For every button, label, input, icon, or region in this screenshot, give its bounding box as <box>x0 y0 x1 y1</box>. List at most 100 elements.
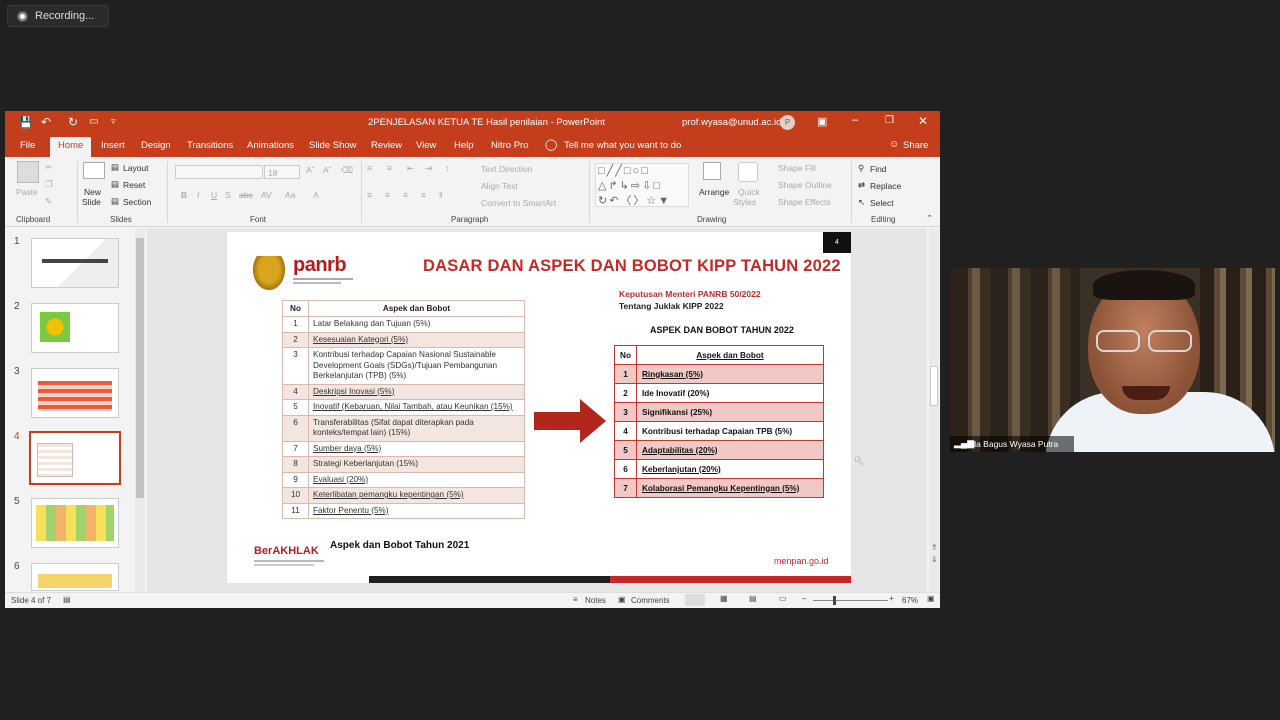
cut-icon[interactable]: ✂ <box>45 162 52 173</box>
find-button[interactable]: Find <box>870 164 887 174</box>
change-case-icon[interactable]: Aa <box>285 190 295 200</box>
recording-indicator[interactable]: Recording... <box>7 5 109 27</box>
bullets-icon[interactable]: ≡ <box>367 163 372 173</box>
clear-formatting-icon[interactable]: ⌫ <box>341 165 353 176</box>
tell-me-search[interactable]: Tell me what you want to do <box>564 140 681 151</box>
align-left-icon[interactable]: ≡ <box>367 190 372 200</box>
zoom-level[interactable]: 67% <box>902 596 918 605</box>
text-direction-button[interactable]: Text Direction <box>481 164 533 174</box>
tab-home[interactable]: Home <box>50 137 92 157</box>
previous-slide-icon[interactable]: ⇑ <box>931 543 938 552</box>
font-size-dropdown[interactable]: 18 <box>264 165 300 179</box>
fit-to-window-icon[interactable]: ▣ <box>927 594 935 603</box>
new-slide-button[interactable]: New <box>84 187 101 197</box>
underline-icon[interactable]: U <box>211 190 217 200</box>
shapes-gallery[interactable]: □╱╱□○□ △↱↳⇨⇩□ ↻↶〈〉☆▼ <box>595 163 689 207</box>
convert-smartart-button[interactable]: Convert to SmartArt <box>481 198 556 208</box>
slide-thumbnail[interactable] <box>31 498 119 548</box>
thumbnail-scrollbar[interactable] <box>135 228 145 592</box>
decrease-indent-icon[interactable]: ⇤ <box>407 163 414 174</box>
normal-view-icon[interactable] <box>685 594 705 606</box>
restore-icon[interactable]: ❐ <box>885 115 894 126</box>
new-slide-label2[interactable]: Slide <box>82 197 101 207</box>
line-spacing-icon[interactable]: ↕ <box>445 163 449 173</box>
notes-button[interactable]: Notes <box>585 596 606 605</box>
tab-design[interactable]: Design <box>141 140 171 151</box>
tab-slide-show[interactable]: Slide Show <box>309 140 357 151</box>
slide-thumbnail[interactable] <box>31 563 119 591</box>
section-button[interactable]: Section <box>123 197 151 207</box>
bold-icon[interactable]: B <box>181 190 187 200</box>
save-icon[interactable]: 💾 <box>19 116 33 129</box>
redo-icon[interactable]: ↻ <box>68 115 78 129</box>
paste-button[interactable]: Paste <box>16 187 38 197</box>
slide-thumbnail[interactable] <box>31 238 119 288</box>
arrange-icon[interactable] <box>703 162 721 180</box>
zoom-slider[interactable] <box>813 600 888 601</box>
shrink-font-icon[interactable]: Aˇ <box>323 165 332 175</box>
grow-font-icon[interactable]: Aˆ <box>306 165 315 175</box>
slide-thumbnail-selected[interactable] <box>29 431 121 485</box>
slide-canvas[interactable]: 4 panrb DASAR DAN ASPEK DAN BOBOT KIPP T… <box>227 232 851 583</box>
copy-icon[interactable]: ❐ <box>45 179 53 190</box>
participant-video[interactable]: ▂▄▆ Ida Bagus Wyasa Putra <box>950 268 1275 452</box>
tab-transitions[interactable]: Transitions <box>187 140 233 151</box>
tab-nitro-pro[interactable]: Nitro Pro <box>491 140 528 151</box>
tab-animations[interactable]: Animations <box>247 140 294 151</box>
increase-indent-icon[interactable]: ⇥ <box>425 163 432 174</box>
shape-effects-button[interactable]: Shape Effects <box>778 197 831 207</box>
account-name[interactable]: prof.wyasa@unud.ac.id <box>682 117 781 128</box>
align-text-button[interactable]: Align Text <box>481 181 518 191</box>
shadow-icon[interactable]: S <box>225 190 231 200</box>
shape-outline-button[interactable]: Shape Outline <box>778 180 832 190</box>
font-color-icon[interactable]: A <box>313 190 319 200</box>
quick-styles-icon[interactable] <box>738 162 758 182</box>
select-button[interactable]: Select <box>870 198 894 208</box>
new-slide-icon[interactable] <box>83 162 105 179</box>
format-painter-icon[interactable]: ✎ <box>45 196 52 207</box>
slide-thumbnail[interactable] <box>31 368 119 418</box>
align-center-icon[interactable]: ≡ <box>385 190 390 200</box>
italic-icon[interactable]: I <box>197 190 199 200</box>
slide-sorter-icon[interactable]: ▦ <box>720 594 728 603</box>
collapse-ribbon-icon[interactable]: ⌃ <box>926 213 933 224</box>
justify-icon[interactable]: ≡ <box>421 190 426 200</box>
layout-button[interactable]: Layout <box>123 163 149 173</box>
slide-thumbnail[interactable] <box>31 303 119 353</box>
minimize-icon[interactable]: – <box>852 114 858 126</box>
numbering-icon[interactable]: ≡ <box>387 163 392 173</box>
ribbon-display-options-icon[interactable]: ▣ <box>817 115 827 128</box>
columns-icon[interactable]: ‖ <box>439 190 443 200</box>
next-slide-icon[interactable]: ⇓ <box>931 555 938 564</box>
comments-icon[interactable]: ▣ <box>618 595 626 604</box>
undo-icon[interactable]: ↶ <box>41 115 51 129</box>
arrange-button[interactable]: Arrange <box>699 187 729 197</box>
tab-insert[interactable]: Insert <box>101 140 125 151</box>
quick-styles-button[interactable]: Quick <box>738 187 760 197</box>
zoom-out-icon[interactable]: – <box>802 594 806 603</box>
customize-qat-icon[interactable]: ▿ <box>111 116 116 127</box>
character-spacing-icon[interactable]: AV <box>261 190 272 200</box>
paste-icon[interactable] <box>17 161 39 183</box>
start-from-beginning-icon[interactable]: ▭ <box>89 116 98 127</box>
tab-review[interactable]: Review <box>371 140 402 151</box>
zoom-in-icon[interactable]: + <box>889 594 894 603</box>
editor-scrollbar[interactable] <box>929 228 939 592</box>
replace-button[interactable]: Replace <box>870 181 901 191</box>
avatar[interactable]: P <box>780 115 795 130</box>
tab-help[interactable]: Help <box>454 140 474 151</box>
notes-icon[interactable]: ≡ <box>573 595 578 604</box>
reset-button[interactable]: Reset <box>123 180 145 190</box>
align-right-icon[interactable]: ≡ <box>403 190 408 200</box>
comments-button[interactable]: Comments <box>631 596 670 605</box>
spellcheck-icon[interactable]: ▤ <box>63 595 71 604</box>
slideshow-view-icon[interactable]: ▭ <box>779 594 787 603</box>
close-icon[interactable]: ✕ <box>918 114 928 128</box>
share-button[interactable]: Share <box>903 140 928 151</box>
quick-styles-label2[interactable]: Styles <box>733 197 756 207</box>
reading-view-icon[interactable]: ▤ <box>749 594 757 603</box>
shape-fill-button[interactable]: Shape Fill <box>778 163 816 173</box>
tab-view[interactable]: View <box>416 140 436 151</box>
zoom-slider-thumb[interactable] <box>833 596 836 605</box>
tab-file[interactable]: File <box>20 140 35 151</box>
